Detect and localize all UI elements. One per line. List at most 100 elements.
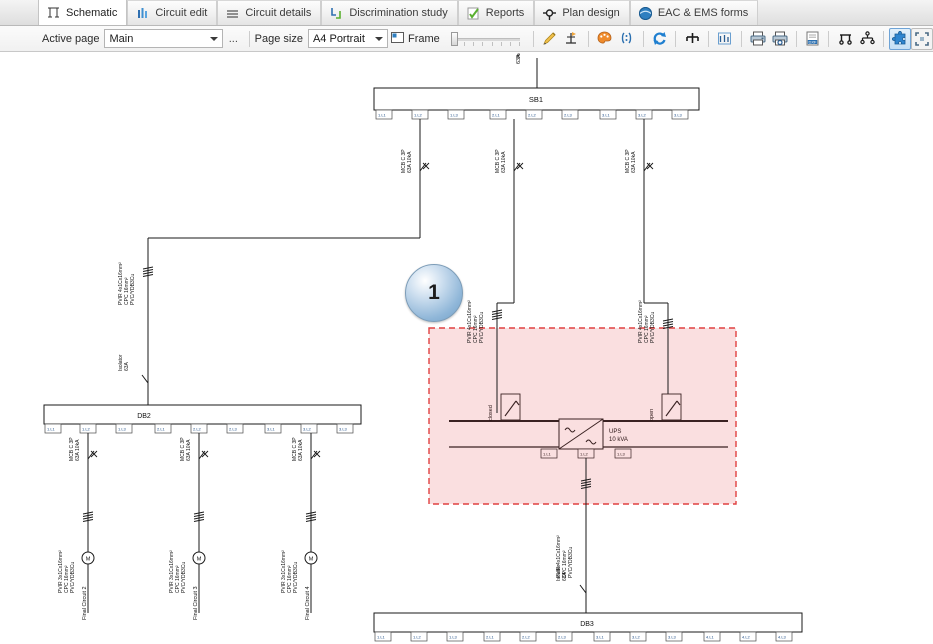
db2-way-2[interactable]: MCB C 3P 63A 10kA PVIR 3x1Cx16mm² CPC 16… — [169, 433, 209, 620]
toolbar-separator — [248, 30, 250, 47]
chevron-down-icon — [209, 36, 218, 41]
mcb-label-line2: 63A 10kA — [186, 439, 192, 461]
toolbar-separator — [642, 30, 644, 47]
circuit-edit-icon — [135, 6, 150, 21]
terminal-label: 2.L2 — [528, 113, 537, 118]
load-label: Final Circuit 2 — [82, 586, 88, 620]
ups-name: UPS — [609, 429, 621, 435]
supply-label-line2: 63A — [516, 54, 522, 64]
terminal-label: 1.L2 — [413, 635, 422, 640]
tab-label: Discrimination study — [349, 7, 448, 19]
board-db3[interactable]: DB3 1.L1 1.L2 1.L3 2.L1 2.L2 2.L3 3.L1 3… — [373, 612, 803, 642]
brackets-icon[interactable] — [616, 28, 638, 50]
terminal-label: 2.L3 — [229, 427, 238, 432]
incomer-label-line2: 63A — [562, 571, 568, 581]
terminal-label: 2.L2 — [522, 635, 531, 640]
terminal-label: 3.L2 — [632, 635, 641, 640]
terminal-label: 1.L1 — [377, 635, 386, 640]
terminal-label: 1.L1 — [543, 452, 552, 457]
db2-way-3[interactable]: MCB C 3P 63A 10kA PVIR 3x1Cx16mm² CPC 16… — [281, 433, 321, 620]
terminal-label: 1.L2 — [82, 427, 91, 432]
tab-plan-design[interactable]: Plan design — [534, 0, 630, 25]
toolbar-separator — [883, 30, 885, 47]
print-preview-icon[interactable] — [769, 28, 791, 50]
board-db2-name: DB2 — [137, 413, 151, 420]
terminal-label: 3.L3 — [674, 113, 683, 118]
tab-schematic[interactable]: Schematic — [38, 0, 128, 25]
annotation-callout-1[interactable]: 1 — [405, 264, 463, 322]
cable-label-line3: PVC/YDB3Cu — [293, 562, 299, 593]
earth-terminal-icon[interactable] — [681, 28, 703, 50]
mcb-label-line2: 63A 10kA — [501, 151, 507, 173]
terminal-label: 3.L2 — [303, 427, 312, 432]
terminal-label: 3.L3 — [668, 635, 677, 640]
ups-rating: 10 kVA — [609, 437, 628, 443]
page-size-select[interactable]: A4 Portrait — [307, 29, 389, 48]
main-tab-bar: Schematic Circuit edit Circuit details D… — [0, 0, 933, 26]
measure-icon[interactable] — [714, 28, 736, 50]
terminal-label: 2.L3 — [564, 113, 573, 118]
page-more-button[interactable]: ... — [229, 33, 238, 45]
terminal-label: 4.L3 — [778, 635, 787, 640]
slider-knob[interactable] — [450, 31, 458, 46]
terminal-label: 4.L2 — [742, 635, 751, 640]
supply-incomer: Incomer 63A — [516, 53, 538, 88]
plan-design-icon — [542, 6, 557, 21]
tab-label: EAC & EMS forms — [657, 7, 749, 19]
active-page-select[interactable]: Main — [104, 29, 223, 48]
toolbar-separator — [587, 30, 589, 47]
load-label: Final Circuit 3 — [193, 586, 199, 620]
refresh-icon[interactable] — [648, 28, 670, 50]
tab-reports[interactable]: Reports — [457, 0, 535, 25]
terminal-label: 2.L2 — [193, 427, 202, 432]
db2-way-1[interactable]: MCB C 3P 63A 10kA PVIR 3x1Cx16mm² CPC 16… — [58, 433, 98, 620]
slider-ticks — [454, 41, 521, 46]
switch-left-label: closed — [488, 405, 494, 421]
frame-label: Frame — [408, 32, 440, 45]
zoom-slider[interactable] — [449, 30, 522, 48]
db2-terminals: 1.L1 1.L2 1.L3 2.L1 2.L2 2.L3 3.L1 3.L2 — [44, 423, 354, 434]
board-db2[interactable]: DB2 1.L1 1.L2 1.L3 2.L1 2.L2 2.L3 3.L1 3… — [43, 404, 362, 434]
sb1-terminals: 1.L1 1.L2 1.L3 2.L1 2.L2 2.L3 3.L1 3.L2 — [375, 109, 689, 120]
terminal-label: 1.L1 — [378, 113, 387, 118]
circuit-details-icon — [225, 6, 240, 21]
terminal-label: 2.L1 — [486, 635, 495, 640]
schematic-canvas[interactable]: Incomer 63A SB1 1.L1 1.L2 1.L3 — [0, 53, 933, 644]
cable-label-line3: PVC/YDB3Cu — [650, 312, 656, 343]
tab-label: Schematic — [66, 6, 118, 19]
dxf-export-icon[interactable]: DXF — [801, 28, 823, 50]
terminal-label: 2.L1 — [492, 113, 501, 118]
callout-number: 1 — [428, 281, 440, 304]
tab-eac-ems-forms[interactable]: EAC & EMS forms — [629, 0, 759, 25]
tab-label: Reports — [485, 7, 525, 19]
load-label: Final Circuit 4 — [305, 586, 311, 620]
terminal-label: 1.L3 — [617, 452, 626, 457]
puzzle-icon[interactable] — [889, 27, 912, 50]
pencil-icon[interactable] — [539, 28, 561, 50]
terminal-label: 1.L3 — [450, 113, 459, 118]
print-icon[interactable] — [747, 28, 769, 50]
db3-terminals: 1.L1 1.L2 1.L3 2.L1 2.L2 2.L3 3.L1 3.L2 — [374, 631, 793, 642]
active-page-label: Active page — [42, 32, 100, 45]
board-sb1[interactable]: SB1 1.L1 1.L2 1.L3 2.L1 2.L2 2.L3 3.L1 3… — [373, 87, 700, 120]
incomer-label-line2: 63A — [124, 361, 130, 371]
cable-label-line3: PVC/YDB3Cu — [130, 274, 136, 305]
sb1-way-1[interactable]: MCB C 3P 63A 10kA PVIR 4x1Cx16mm² CPC 16… — [118, 119, 430, 405]
tab-circuit-details[interactable]: Circuit details — [217, 0, 322, 25]
frame-button[interactable]: Frame — [388, 31, 443, 47]
toolbar-separator — [795, 30, 797, 47]
application-window: Schematic Circuit edit Circuit details D… — [0, 0, 933, 644]
tab-label: Circuit details — [245, 7, 312, 19]
chevron-down-icon — [375, 36, 384, 41]
hierarchy-icon[interactable] — [856, 28, 878, 50]
tab-circuit-edit[interactable]: Circuit edit — [127, 0, 218, 25]
distribution-icon[interactable] — [834, 28, 856, 50]
tab-discrimination-study[interactable]: Discrimination study — [321, 0, 458, 25]
fit-to-screen-icon[interactable] — [911, 27, 933, 50]
annotate-icon[interactable] — [561, 28, 583, 50]
terminal-label: 3.L3 — [339, 427, 348, 432]
palette-icon[interactable] — [594, 28, 616, 50]
terminal-label: 4.L1 — [706, 635, 715, 640]
toolbar-separator — [533, 30, 534, 47]
cable-label-line3: PVC/YDB3Cu — [568, 547, 574, 578]
